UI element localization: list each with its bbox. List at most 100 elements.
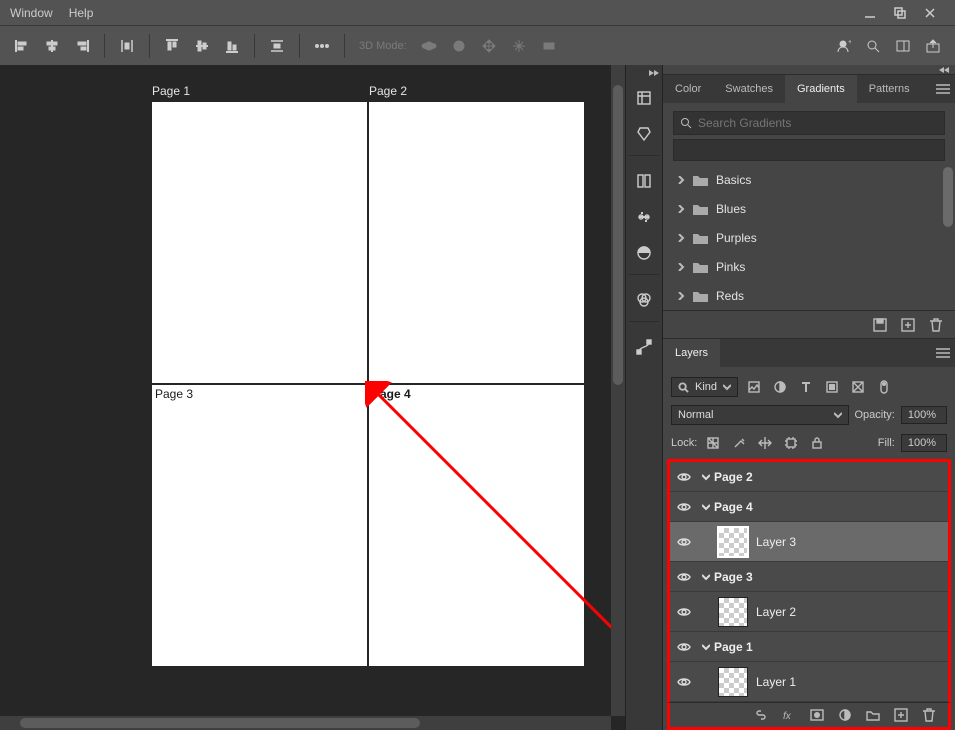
gradient-folder-pinks[interactable]: Pinks (663, 252, 955, 281)
tab-layers[interactable]: Layers (663, 339, 720, 367)
layer-layer-1[interactable]: Layer 1 (670, 662, 948, 702)
workspace-switcher-icon[interactable] (891, 34, 915, 58)
opacity-value-input[interactable]: 100% (901, 406, 947, 424)
3d-slide-icon[interactable] (507, 34, 531, 58)
layer-layer-2[interactable]: Layer 2 (670, 592, 948, 632)
blend-mode-select[interactable]: Normal (671, 405, 849, 425)
align-right-edges-icon[interactable] (70, 34, 94, 58)
layer-effects-icon[interactable]: fx (782, 708, 796, 722)
layer-name[interactable]: Page 4 (714, 500, 753, 514)
fill-value-input[interactable]: 100% (901, 434, 947, 452)
align-vertical-centers-icon[interactable] (190, 34, 214, 58)
gradient-folder-blues[interactable]: Blues (663, 194, 955, 223)
new-group-icon[interactable] (866, 708, 880, 722)
filter-type-icon[interactable] (796, 377, 816, 397)
layer-thumbnail[interactable] (718, 597, 748, 627)
twirl-down-icon[interactable] (698, 573, 714, 581)
3d-orbit-icon[interactable] (417, 34, 441, 58)
filter-shape-icon[interactable] (822, 377, 842, 397)
visibility-toggle[interactable] (670, 677, 698, 687)
save-gradient-icon[interactable] (873, 318, 887, 332)
layer-group-page-2[interactable]: Page 2 (670, 462, 948, 492)
tab-patterns[interactable]: Patterns (857, 75, 922, 103)
3d-scale-icon[interactable] (537, 34, 561, 58)
window-close-button[interactable] (915, 0, 945, 25)
canvas-vertical-scrollbar[interactable] (611, 65, 625, 716)
more-options-icon[interactable] (310, 34, 334, 58)
lock-position-icon[interactable] (755, 433, 775, 453)
gradient-folder-purples[interactable]: Purples (663, 223, 955, 252)
gradient-preview-swatch[interactable] (673, 139, 945, 161)
distribute-vertical-icon[interactable] (265, 34, 289, 58)
menu-help[interactable]: Help (69, 6, 94, 20)
dock-expand-handle[interactable] (629, 69, 659, 77)
visibility-toggle[interactable] (670, 607, 698, 617)
lock-transparent-icon[interactable] (703, 433, 723, 453)
adjustments-panel-icon[interactable] (629, 202, 659, 232)
menu-window[interactable]: Window (10, 6, 53, 20)
add-mask-icon[interactable] (810, 708, 824, 722)
link-layers-icon[interactable] (754, 708, 768, 722)
layer-layer-3[interactable]: Layer 3 (670, 522, 948, 562)
new-gradient-icon[interactable] (901, 318, 915, 332)
panel-menu-icon[interactable] (931, 339, 955, 367)
gradient-search-input[interactable] (698, 116, 944, 130)
layer-name[interactable]: Layer 3 (756, 535, 796, 549)
artboard-page-3[interactable]: Page 3 (152, 385, 367, 666)
3d-pan-icon[interactable] (477, 34, 501, 58)
layer-group-page-1[interactable]: Page 1 (670, 632, 948, 662)
cloud-user-icon[interactable]: + (831, 34, 855, 58)
channels-panel-icon[interactable] (629, 285, 659, 315)
twirl-down-icon[interactable] (698, 643, 714, 651)
panel-collapse-handle[interactable] (663, 65, 955, 74)
delete-layer-icon[interactable] (922, 708, 936, 722)
new-fill-adjustment-icon[interactable] (838, 708, 852, 722)
3d-roll-icon[interactable] (447, 34, 471, 58)
filter-smartobject-icon[interactable] (848, 377, 868, 397)
filter-adjustment-icon[interactable] (770, 377, 790, 397)
artboard-page-1[interactable]: Page 1 (152, 102, 367, 383)
layer-name[interactable]: Layer 2 (756, 605, 796, 619)
lock-artboard-icon[interactable] (781, 433, 801, 453)
canvas-horizontal-scrollbar[interactable] (0, 716, 611, 730)
visibility-toggle[interactable] (670, 472, 698, 482)
search-icon[interactable] (861, 34, 885, 58)
tab-swatches[interactable]: Swatches (713, 75, 785, 103)
visibility-toggle[interactable] (670, 502, 698, 512)
align-horizontal-centers-icon[interactable] (40, 34, 64, 58)
twirl-down-icon[interactable] (698, 473, 714, 481)
visibility-toggle[interactable] (670, 572, 698, 582)
share-icon[interactable] (921, 34, 945, 58)
gradient-folder-reds[interactable]: Reds (663, 281, 955, 310)
layer-group-page-4[interactable]: Page 4 (670, 492, 948, 522)
layer-group-page-3[interactable]: Page 3 (670, 562, 948, 592)
layer-name[interactable]: Page 1 (714, 640, 753, 654)
align-top-edges-icon[interactable] (160, 34, 184, 58)
delete-gradient-icon[interactable] (929, 318, 943, 332)
libraries-panel-icon[interactable] (629, 166, 659, 196)
gradient-search[interactable] (673, 111, 945, 135)
layer-name[interactable]: Page 2 (714, 470, 753, 484)
distribute-horizontal-icon[interactable] (115, 34, 139, 58)
history-panel-icon[interactable] (629, 83, 659, 113)
tab-gradients[interactable]: Gradients (785, 75, 857, 103)
new-layer-icon[interactable] (894, 708, 908, 722)
twirl-down-icon[interactable] (698, 503, 714, 511)
visibility-toggle[interactable] (670, 537, 698, 547)
properties-panel-icon[interactable] (629, 119, 659, 149)
gradient-list-scrollbar[interactable] (943, 167, 953, 308)
tab-color[interactable]: Color (663, 75, 713, 103)
filter-pixel-icon[interactable] (744, 377, 764, 397)
lock-image-icon[interactable] (729, 433, 749, 453)
layer-name[interactable]: Layer 1 (756, 675, 796, 689)
artboard-page-4[interactable]: Page 4 (369, 385, 584, 666)
paths-panel-icon[interactable] (629, 332, 659, 362)
window-minimize-button[interactable] (855, 0, 885, 25)
layer-thumbnail[interactable] (718, 667, 748, 697)
window-maximize-button[interactable] (885, 0, 915, 25)
layer-filter-kind-select[interactable]: Kind (671, 377, 738, 397)
align-left-edges-icon[interactable] (10, 34, 34, 58)
layer-name[interactable]: Page 3 (714, 570, 753, 584)
gradient-folder-basics[interactable]: Basics (663, 165, 955, 194)
styles-panel-icon[interactable] (629, 238, 659, 268)
